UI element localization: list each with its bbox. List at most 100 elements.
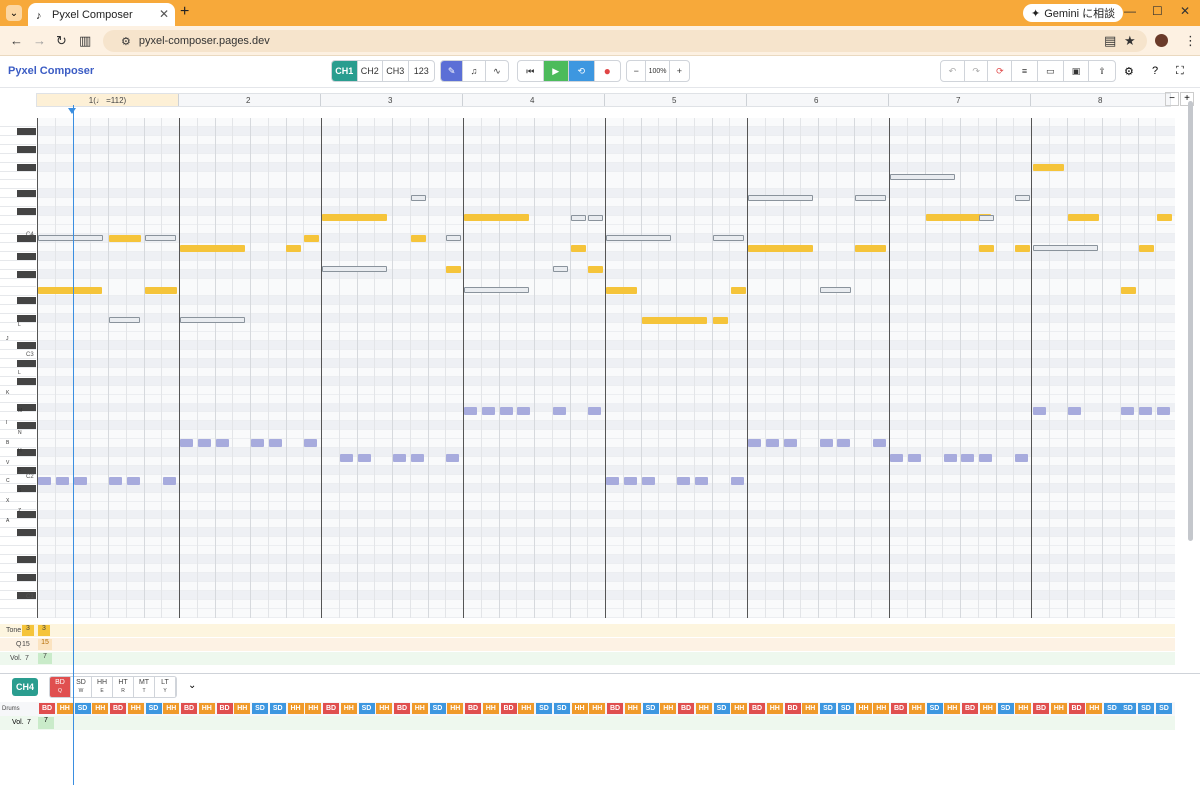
q-lane[interactable]: Q 15 15	[0, 638, 1175, 651]
white-key[interactable]	[0, 537, 36, 547]
ch1-note[interactable]	[180, 245, 245, 252]
ch3-note[interactable]	[411, 454, 424, 462]
drum-hit-sd[interactable]: SD	[837, 703, 854, 714]
ch3-note[interactable]	[358, 454, 371, 462]
drum-hit-hh[interactable]: HH	[163, 703, 180, 714]
ch1-note[interactable]	[588, 266, 603, 273]
drum-hit-sd[interactable]: SD	[713, 703, 730, 714]
black-key[interactable]	[0, 358, 36, 368]
drum-hit-bd[interactable]: BD	[39, 703, 55, 714]
drum-hit-bd[interactable]: BD	[1033, 703, 1049, 714]
ch2-note[interactable]	[1015, 195, 1030, 201]
white-key[interactable]	[0, 153, 36, 163]
drum-hit-sd[interactable]: SD	[642, 703, 659, 714]
playhead-marker[interactable]	[68, 108, 76, 114]
ch3-note[interactable]	[269, 439, 282, 447]
drum-hit-hh[interactable]: HH	[127, 703, 144, 714]
drum-hit-hh[interactable]: HH	[1050, 703, 1067, 714]
ch3-note[interactable]	[695, 477, 708, 485]
play-icon[interactable]: ▶	[543, 61, 569, 81]
minimize-button[interactable]: —	[1124, 4, 1136, 18]
drum-hit-hh[interactable]: HH	[92, 703, 109, 714]
ch3-note[interactable]	[820, 439, 833, 447]
drum-type-sd[interactable]: SD W	[71, 677, 92, 697]
ch3-note[interactable]	[38, 477, 51, 485]
ch1-note[interactable]	[1068, 214, 1099, 221]
drum-hit-bd[interactable]: BD	[1068, 703, 1085, 714]
white-key[interactable]	[0, 287, 36, 297]
black-key[interactable]	[0, 528, 36, 538]
folder-open-icon[interactable]: ▭	[1038, 61, 1064, 81]
redo-icon[interactable]: ↷	[965, 61, 989, 81]
ch3-note[interactable]	[837, 439, 850, 447]
playhead[interactable]	[73, 105, 74, 785]
ch2-note[interactable]	[820, 287, 851, 293]
ch3-note[interactable]	[340, 454, 353, 462]
ch3-note[interactable]	[979, 454, 992, 462]
drum-hit-hh[interactable]: HH	[1086, 703, 1103, 714]
drum-hit-hh[interactable]: HH	[624, 703, 641, 714]
ch3-note[interactable]	[127, 477, 140, 485]
ch3-note[interactable]	[464, 407, 477, 415]
sidepanel-icon[interactable]: ▥	[79, 33, 91, 49]
ch1-note[interactable]	[731, 287, 746, 294]
drum-hit-hh[interactable]: HH	[766, 703, 783, 714]
ch1-note[interactable]	[286, 245, 301, 252]
ch1-note[interactable]	[464, 214, 529, 221]
white-key[interactable]	[0, 599, 36, 609]
black-key[interactable]	[0, 189, 36, 199]
drum-hit-bd[interactable]: BD	[394, 703, 410, 714]
black-key[interactable]	[0, 207, 36, 217]
tab-ch3[interactable]: CH3	[383, 61, 409, 81]
ch3-note[interactable]	[1157, 407, 1170, 415]
drum-hit-sd[interactable]: SD	[252, 703, 268, 714]
ch1-note[interactable]	[713, 317, 728, 324]
ch3-note[interactable]	[393, 454, 406, 462]
ch1-note[interactable]	[145, 287, 177, 294]
white-key[interactable]	[0, 546, 36, 556]
drum-hit-hh[interactable]: HH	[979, 703, 996, 714]
chevron-down-icon[interactable]: ⌄	[188, 680, 196, 691]
drum-hit-sd[interactable]: SD	[269, 703, 286, 714]
black-key[interactable]	[0, 162, 36, 172]
ch2-note[interactable]	[855, 195, 886, 201]
ch2-note[interactable]	[1033, 245, 1098, 251]
drum-type-ht[interactable]: HT R	[113, 677, 134, 697]
black-key[interactable]	[0, 341, 36, 350]
ch2-note[interactable]	[109, 317, 140, 323]
drum-hit-sd[interactable]: SD	[997, 703, 1014, 714]
ch1-note[interactable]	[1015, 245, 1030, 252]
drum-hit-bd[interactable]: BD	[110, 703, 126, 714]
drum-hit-hh[interactable]: HH	[571, 703, 588, 714]
timeline-ruler[interactable]: 1(♩ =112) 2 3 4 5 6 7 8	[36, 93, 1171, 107]
address-bar[interactable]: ⚙ pyxel-composer.pages.dev	[103, 30, 1147, 52]
black-key[interactable]	[0, 296, 36, 306]
ch3-note[interactable]	[606, 477, 619, 485]
ch3-note[interactable]	[677, 477, 690, 485]
maximize-button[interactable]: ☐	[1152, 4, 1163, 18]
pencil-icon[interactable]: ✎	[441, 61, 464, 81]
drum-hit-hh[interactable]: HH	[198, 703, 215, 714]
tab-ch2[interactable]: CH2	[358, 61, 383, 81]
reader-icon[interactable]: ▤	[1104, 33, 1116, 49]
ch3-note[interactable]	[251, 439, 264, 447]
rewind-icon[interactable]: ⏮	[518, 61, 544, 81]
drum-hit-sd[interactable]: SD	[429, 703, 446, 714]
ch1-note[interactable]	[855, 245, 886, 252]
new-tab-button[interactable]: +	[180, 3, 189, 21]
drum-hit-sd[interactable]: SD	[820, 703, 836, 714]
drum-hit-hh[interactable]: HH	[411, 703, 428, 714]
ch1-note[interactable]	[109, 235, 141, 242]
tab-search-button[interactable]: ⌄	[6, 5, 22, 21]
piano-keyboard[interactable]: C4 C3 C2 C1 L J L K M I N B H V F C S X Z A	[0, 118, 36, 618]
fullscreen-icon[interactable]: ⛶	[1176, 65, 1184, 78]
ch3-note[interactable]	[56, 477, 69, 485]
ch1-note[interactable]	[642, 317, 707, 324]
drum-hit-hh[interactable]: HH	[908, 703, 925, 714]
ch3-note[interactable]	[908, 454, 921, 462]
ch3-note[interactable]	[216, 439, 229, 447]
ch1-note[interactable]	[446, 266, 461, 273]
ch1-note[interactable]	[411, 235, 426, 242]
zoom-out-button[interactable]: −	[627, 61, 647, 81]
drum-hit-hh[interactable]: HH	[589, 703, 606, 714]
